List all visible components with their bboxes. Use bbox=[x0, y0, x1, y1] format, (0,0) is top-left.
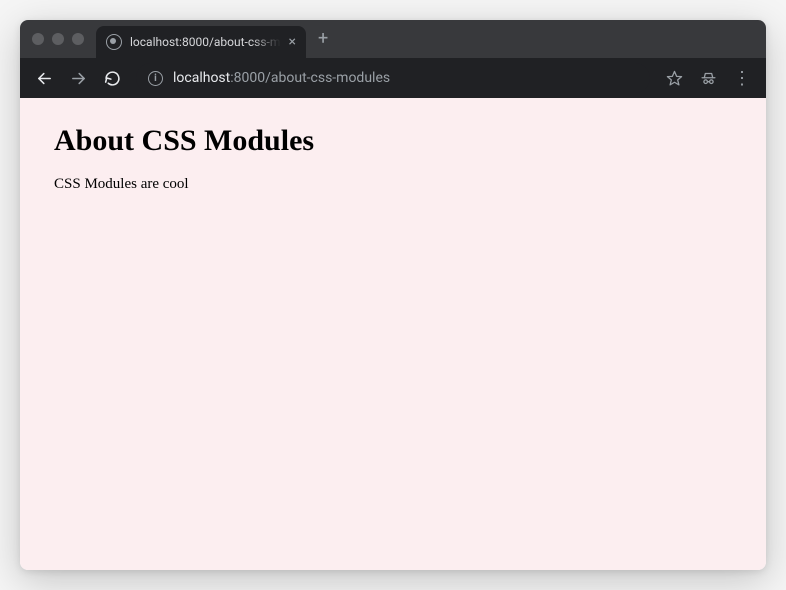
address-bar[interactable]: i localhost:8000/about-css-modules bbox=[136, 63, 650, 93]
star-icon bbox=[666, 70, 683, 87]
minimize-window-button[interactable] bbox=[52, 33, 64, 45]
bookmark-button[interactable] bbox=[660, 64, 688, 92]
window-controls bbox=[32, 33, 84, 45]
arrow-left-icon bbox=[36, 70, 53, 87]
reload-icon bbox=[104, 70, 121, 87]
toolbar: i localhost:8000/about-css-modules ⋮ bbox=[20, 58, 766, 98]
back-button[interactable] bbox=[30, 64, 58, 92]
new-tab-button[interactable]: + bbox=[318, 30, 328, 48]
close-tab-button[interactable]: × bbox=[289, 35, 296, 49]
site-info-icon[interactable]: i bbox=[148, 71, 163, 86]
incognito-indicator[interactable] bbox=[694, 64, 722, 92]
titlebar: localhost:8000/about-css-modules × + bbox=[20, 20, 766, 58]
url-text: localhost:8000/about-css-modules bbox=[173, 70, 390, 86]
url-path: :8000/about-css-modules bbox=[230, 70, 390, 86]
incognito-icon bbox=[700, 70, 717, 87]
maximize-window-button[interactable] bbox=[72, 33, 84, 45]
page-content: About CSS Modules CSS Modules are cool bbox=[20, 98, 766, 570]
browser-tab[interactable]: localhost:8000/about-css-modules × bbox=[96, 26, 306, 58]
gatsby-favicon-icon bbox=[106, 34, 122, 50]
arrow-right-icon bbox=[70, 70, 87, 87]
url-host: localhost bbox=[173, 70, 230, 86]
reload-button[interactable] bbox=[98, 64, 126, 92]
close-window-button[interactable] bbox=[32, 33, 44, 45]
browser-window: localhost:8000/about-css-modules × + i l… bbox=[20, 20, 766, 570]
menu-button[interactable]: ⋮ bbox=[728, 64, 756, 92]
tab-title: localhost:8000/about-css-modules bbox=[130, 35, 281, 49]
page-paragraph: CSS Modules are cool bbox=[54, 176, 732, 193]
page-heading: About CSS Modules bbox=[54, 124, 732, 158]
forward-button[interactable] bbox=[64, 64, 92, 92]
